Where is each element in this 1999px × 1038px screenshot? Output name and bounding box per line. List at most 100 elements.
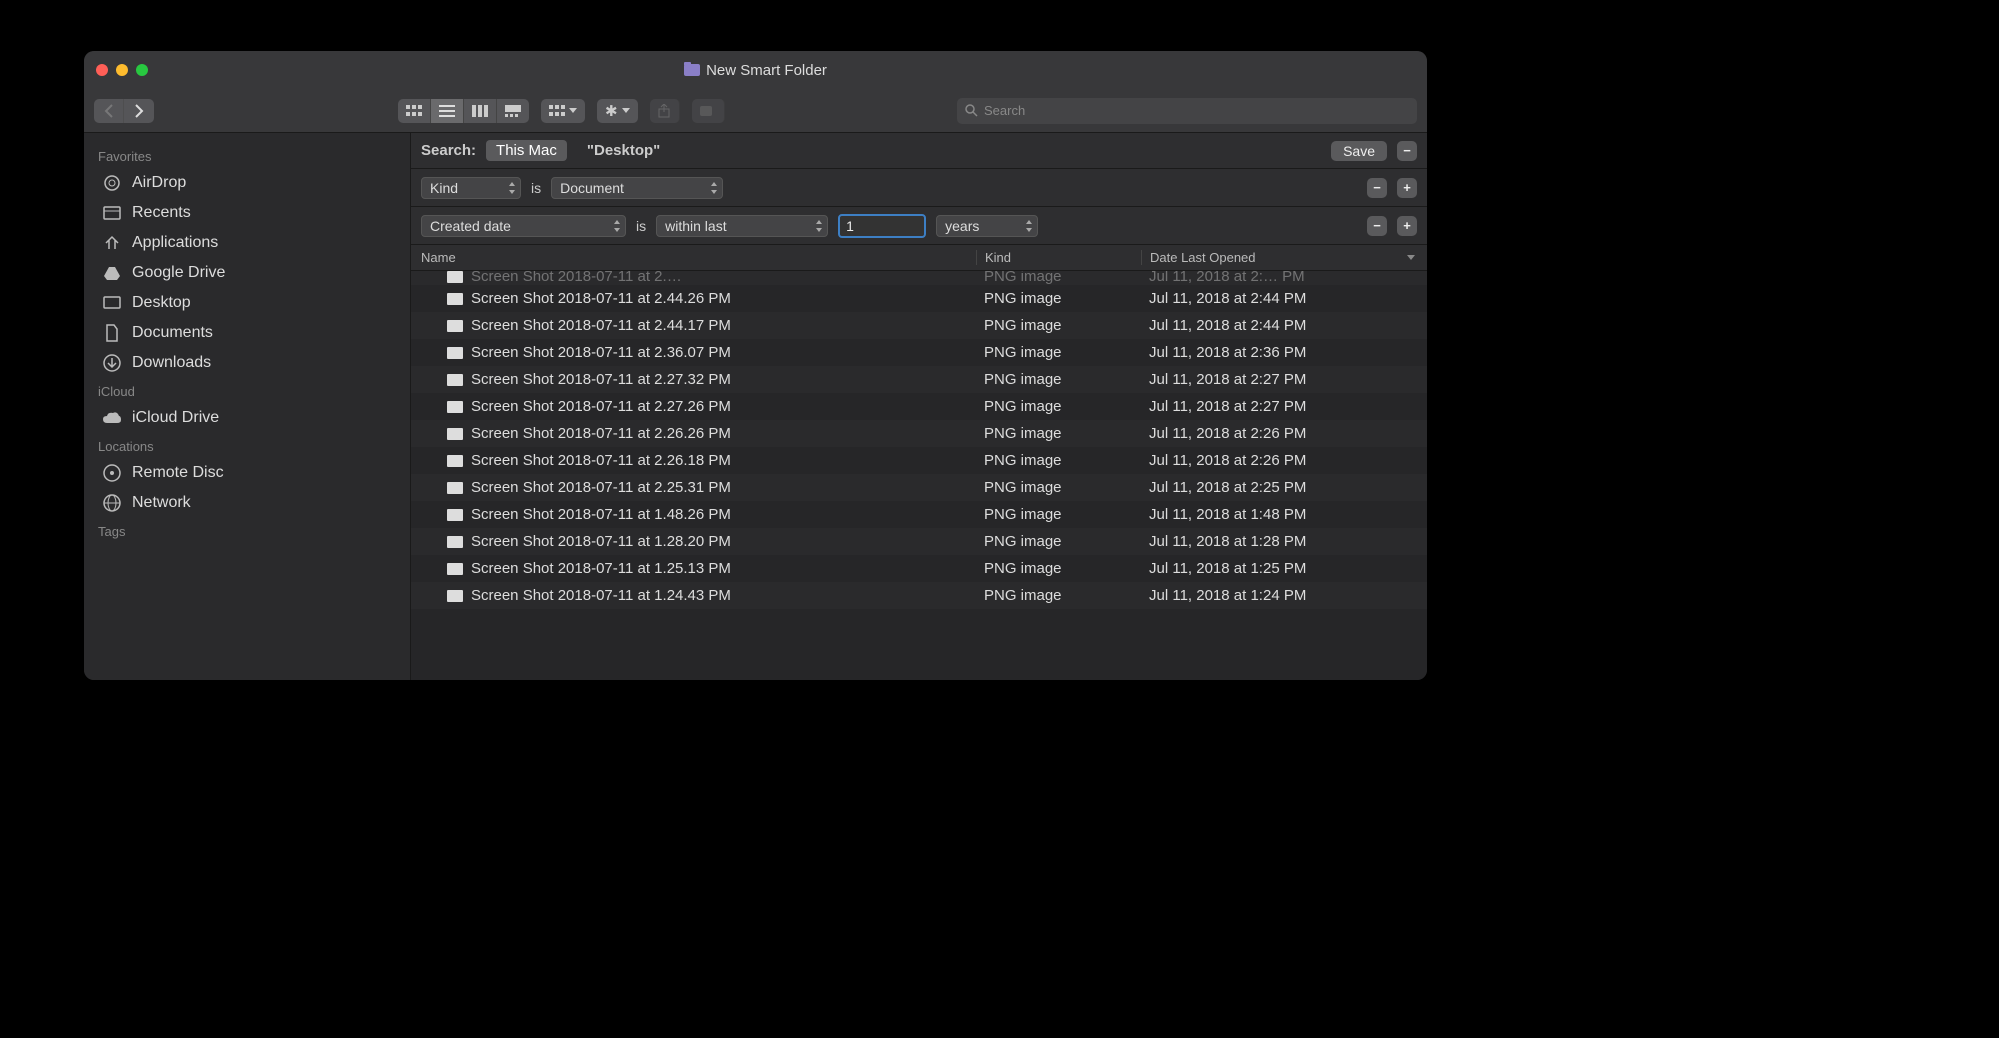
file-name: Screen Shot 2018-07-11 at 1.25.13 PM xyxy=(471,560,731,577)
table-row[interactable]: Screen Shot 2018-07-11 at 2.25.31 PMPNG … xyxy=(411,474,1427,501)
scope-desktop[interactable]: "Desktop" xyxy=(577,140,670,161)
file-thumbnail-icon xyxy=(447,563,463,575)
list-view-button[interactable] xyxy=(431,99,464,123)
cell-name: Screen Shot 2018-07-11 at 2.27.26 PM xyxy=(411,398,976,415)
sidebar-item-downloads[interactable]: Downloads xyxy=(84,348,410,378)
sidebar: FavoritesAirDropRecentsApplicationsGoogl… xyxy=(84,133,411,680)
gallery-view-button[interactable] xyxy=(497,99,529,123)
file-name: Screen Shot 2018-07-11 at 2.25.31 PM xyxy=(471,479,731,496)
forward-button[interactable] xyxy=(124,99,154,123)
table-row[interactable]: Screen Shot 2018-07-11 at 1.25.13 PMPNG … xyxy=(411,555,1427,582)
action-button[interactable]: ✱ xyxy=(597,99,638,123)
network-icon xyxy=(102,493,122,513)
view-mode-buttons xyxy=(398,99,529,123)
table-row[interactable]: Screen Shot 2018-07-11 at 2.44.17 PMPNG … xyxy=(411,312,1427,339)
table-row[interactable]: Screen Shot 2018-07-11 at 1.48.26 PMPNG … xyxy=(411,501,1427,528)
cell-name: Screen Shot 2018-07-11 at 2.25.31 PM xyxy=(411,479,976,496)
table-row[interactable]: Screen Shot 2018-07-11 at 2.27.32 PMPNG … xyxy=(411,366,1427,393)
table-row[interactable]: Screen Shot 2018-07-11 at 2.… PNG image … xyxy=(411,271,1427,285)
cell-date: Jul 11, 2018 at 2:25 PM xyxy=(1141,479,1427,496)
sidebar-item-label: Documents xyxy=(132,324,213,342)
window-title: New Smart Folder xyxy=(84,62,1427,79)
search-icon xyxy=(965,104,978,117)
column-header-name[interactable]: Name xyxy=(411,250,976,265)
chevron-down-icon xyxy=(569,108,577,114)
maximize-button[interactable] xyxy=(136,64,148,76)
sidebar-item-recents[interactable]: Recents xyxy=(84,198,410,228)
tags-button[interactable] xyxy=(692,99,725,123)
downloads-icon xyxy=(102,353,122,373)
sidebar-item-desktop[interactable]: Desktop xyxy=(84,288,410,318)
column-view-button[interactable] xyxy=(464,99,497,123)
remove-rule-button[interactable]: − xyxy=(1367,178,1387,198)
arrange-button[interactable] xyxy=(541,99,585,123)
table-row[interactable]: Screen Shot 2018-07-11 at 1.24.43 PMPNG … xyxy=(411,582,1427,609)
sidebar-item-network[interactable]: Network xyxy=(84,488,410,518)
cell-date: Jul 11, 2018 at 2:27 PM xyxy=(1141,371,1427,388)
search-field[interactable]: Search xyxy=(957,98,1417,124)
close-button[interactable] xyxy=(96,64,108,76)
sidebar-item-airdrop[interactable]: AirDrop xyxy=(84,168,410,198)
file-name: Screen Shot 2018-07-11 at 2.44.17 PM xyxy=(471,317,731,334)
sidebar-item-applications[interactable]: Applications xyxy=(84,228,410,258)
add-rule-button[interactable]: + xyxy=(1397,178,1417,198)
smart-folder-icon xyxy=(684,64,700,76)
criteria-operator: is xyxy=(636,218,646,234)
cell-date: Jul 11, 2018 at 2:27 PM xyxy=(1141,398,1427,415)
cell-name: Screen Shot 2018-07-11 at 1.24.43 PM xyxy=(411,587,976,604)
sidebar-item-documents[interactable]: Documents xyxy=(84,318,410,348)
sidebar-item-label: AirDrop xyxy=(132,174,186,192)
file-name: Screen Shot 2018-07-11 at 2.36.07 PM xyxy=(471,344,731,361)
cell-date: Jul 11, 2018 at 2:44 PM xyxy=(1141,290,1427,307)
file-name: Screen Shot 2018-07-11 at 2.44.26 PM xyxy=(471,290,731,307)
criteria-row-2: Created date is within last years − + xyxy=(411,207,1427,245)
file-thumbnail-icon xyxy=(447,271,463,283)
save-button[interactable]: Save xyxy=(1331,141,1387,161)
scope-this-mac[interactable]: This Mac xyxy=(486,140,567,161)
criteria-operator: is xyxy=(531,180,541,196)
column-header-date[interactable]: Date Last Opened xyxy=(1141,250,1427,265)
back-button[interactable] xyxy=(94,99,124,123)
cell-name: Screen Shot 2018-07-11 at 2.26.18 PM xyxy=(411,452,976,469)
criteria-value-dropdown[interactable]: Document xyxy=(551,177,723,199)
icon-view-button[interactable] xyxy=(398,99,431,123)
cell-kind: PNG image xyxy=(976,452,1141,469)
column-header-kind[interactable]: Kind xyxy=(976,250,1141,265)
cell-name: Screen Shot 2018-07-11 at 2.26.26 PM xyxy=(411,425,976,442)
sidebar-item-icloud-drive[interactable]: iCloud Drive xyxy=(84,403,410,433)
sidebar-item-label: Google Drive xyxy=(132,264,225,282)
cell-date: Jul 11, 2018 at 1:48 PM xyxy=(1141,506,1427,523)
criteria-value-dropdown[interactable]: within last xyxy=(656,215,828,237)
file-thumbnail-icon xyxy=(447,401,463,413)
table-row[interactable]: Screen Shot 2018-07-11 at 1.28.20 PMPNG … xyxy=(411,528,1427,555)
sidebar-item-google-drive[interactable]: Google Drive xyxy=(84,258,410,288)
cell-name: Screen Shot 2018-07-11 at 2.36.07 PM xyxy=(411,344,976,361)
table-row[interactable]: Screen Shot 2018-07-11 at 2.26.18 PMPNG … xyxy=(411,447,1427,474)
table-row[interactable]: Screen Shot 2018-07-11 at 2.26.26 PMPNG … xyxy=(411,420,1427,447)
criteria-attribute-dropdown[interactable]: Created date xyxy=(421,215,626,237)
criteria-attribute-dropdown[interactable]: Kind xyxy=(421,177,521,199)
table-row[interactable]: Screen Shot 2018-07-11 at 2.36.07 PMPNG … xyxy=(411,339,1427,366)
share-button[interactable] xyxy=(650,99,680,123)
cell-date: Jul 11, 2018 at 2:26 PM xyxy=(1141,452,1427,469)
sidebar-item-remote-disc[interactable]: Remote Disc xyxy=(84,458,410,488)
file-name: Screen Shot 2018-07-11 at 2.27.32 PM xyxy=(471,371,731,388)
criteria-unit-dropdown[interactable]: years xyxy=(936,215,1038,237)
table-row[interactable]: Screen Shot 2018-07-11 at 2.44.26 PMPNG … xyxy=(411,285,1427,312)
tag-icon xyxy=(700,106,716,116)
remove-criteria-button[interactable]: − xyxy=(1397,141,1417,161)
remove-rule-button[interactable]: − xyxy=(1367,216,1387,236)
cell-date: Jul 11, 2018 at 2:36 PM xyxy=(1141,344,1427,361)
file-thumbnail-icon xyxy=(447,347,463,359)
add-rule-button[interactable]: + xyxy=(1397,216,1417,236)
apps-icon xyxy=(102,233,122,253)
criteria-number-input[interactable] xyxy=(838,214,926,238)
table-row[interactable]: Screen Shot 2018-07-11 at 2.27.26 PMPNG … xyxy=(411,393,1427,420)
disc-icon xyxy=(102,463,122,483)
minimize-button[interactable] xyxy=(116,64,128,76)
finder-window: New Smart Folder xyxy=(84,51,1427,680)
file-thumbnail-icon xyxy=(447,374,463,386)
file-name: Screen Shot 2018-07-11 at 2.27.26 PM xyxy=(471,398,731,415)
grid-icon xyxy=(406,105,422,117)
sidebar-item-label: Applications xyxy=(132,234,218,252)
